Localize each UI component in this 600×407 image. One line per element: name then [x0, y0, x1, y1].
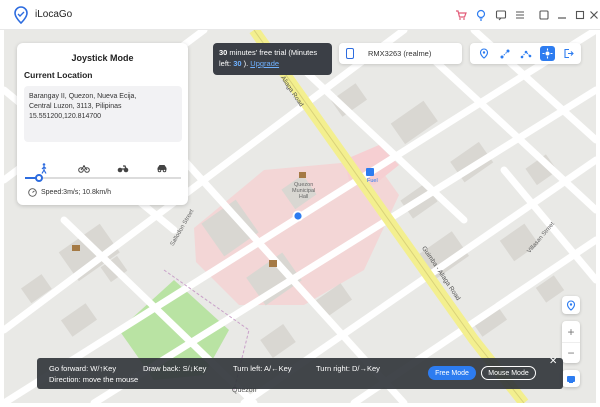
- upgrade-link[interactable]: Upgrade: [250, 59, 279, 68]
- address-box: Barangay II, Quezon, Nueva Ecija, Centra…: [24, 86, 182, 142]
- exit-icon[interactable]: [561, 46, 576, 61]
- speed-text: Speed:3m/s; 10.8km/h: [41, 189, 112, 196]
- mouse-mode-button[interactable]: Mouse Mode: [481, 366, 536, 380]
- hint-right: Turn right: D/→Key: [316, 364, 380, 373]
- joystick-panel: Joystick Mode Current Location Barangay …: [17, 43, 188, 205]
- message-icon[interactable]: [494, 8, 508, 22]
- two-spot-mode-icon[interactable]: [497, 46, 512, 61]
- cart-icon[interactable]: [454, 8, 468, 22]
- fuel-label: Fuel: [367, 178, 378, 184]
- speed-readout: Speed:3m/s; 10.8km/h: [28, 188, 111, 197]
- app-title: iLocaGo: [35, 9, 73, 20]
- location-marker[interactable]: [292, 210, 304, 222]
- minimize-icon[interactable]: [537, 8, 551, 22]
- device-selector[interactable]: RMX3263 (realme): [339, 43, 462, 64]
- trial-notice: 30 minutes' free trial (Minutes left: 30…: [213, 43, 332, 75]
- locate-button[interactable]: [562, 296, 580, 314]
- joystick-title: Joystick Mode: [71, 53, 134, 63]
- walk-icon[interactable]: [37, 161, 51, 175]
- close-icon[interactable]: [588, 8, 600, 22]
- menu-icon[interactable]: [513, 8, 527, 22]
- free-mode-button[interactable]: Free Mode: [428, 366, 476, 380]
- hint-forward: Go forward: W/↑Key: [49, 364, 117, 373]
- trial-text-3: ).: [241, 59, 251, 68]
- zoom-in-button[interactable]: +: [562, 321, 580, 342]
- bulb-icon[interactable]: [474, 8, 488, 22]
- speedometer-icon: [28, 188, 37, 197]
- speed-slider[interactable]: [25, 174, 181, 182]
- fuel-icon[interactable]: [366, 168, 374, 176]
- car-icon[interactable]: [155, 161, 169, 175]
- address-coords: 15.551200,120.814700: [29, 113, 102, 120]
- trial-minutes-left: 30: [233, 59, 242, 68]
- trial-text-1: minutes' free trial (Minutes: [227, 48, 318, 57]
- travel-mode-bar: [17, 161, 188, 175]
- close-hint-icon[interactable]: ✕: [549, 356, 557, 367]
- museum-icon[interactable]: [72, 245, 80, 251]
- hint-direction: Direction: move the mouse: [49, 375, 139, 384]
- app-window: iLocaGo Aliaga Road Guimba - Aliaga Road…: [0, 0, 600, 407]
- town-hall-icon[interactable]: [299, 172, 306, 178]
- municipal-hall-label: Quezon Municipal Hall: [292, 182, 316, 200]
- joystick-mode-icon[interactable]: [540, 46, 555, 61]
- keyboard-hint-bar: Go forward: W/↑Key Draw back: S/↓Key Tur…: [37, 356, 563, 389]
- device-name: RMX3263 (realme): [368, 49, 432, 58]
- bike-icon[interactable]: [77, 161, 91, 175]
- hint-back: Draw back: S/↓Key: [143, 364, 207, 373]
- locate-icon: [566, 299, 576, 311]
- church-icon[interactable]: [269, 260, 277, 267]
- speed-slider-thumb[interactable]: [35, 174, 44, 182]
- device-icon: [567, 375, 575, 383]
- teleport-mode-icon[interactable]: [476, 46, 491, 61]
- device-info-button[interactable]: [562, 370, 580, 387]
- current-location-label: Current Location: [24, 70, 93, 80]
- mode-toolbar: [470, 43, 581, 64]
- motorbike-icon[interactable]: [116, 161, 130, 175]
- zoom-control: + −: [562, 321, 580, 363]
- app-logo-icon: [14, 6, 28, 24]
- hint-left: Turn left: A/←Key: [233, 364, 292, 373]
- trial-text-2: left:: [219, 59, 234, 68]
- multi-spot-mode-icon[interactable]: [518, 46, 533, 61]
- restore-icon[interactable]: [555, 8, 569, 22]
- address-line-2: Central Luzon, 3113, Pilipinas: [29, 103, 122, 110]
- address-line-1: Barangay II, Quezon, Nueva Ecija,: [29, 93, 137, 100]
- maximize-icon[interactable]: [573, 8, 587, 22]
- title-bar: iLocaGo: [0, 0, 600, 30]
- phone-icon: [346, 48, 354, 59]
- zoom-out-button[interactable]: −: [562, 342, 580, 363]
